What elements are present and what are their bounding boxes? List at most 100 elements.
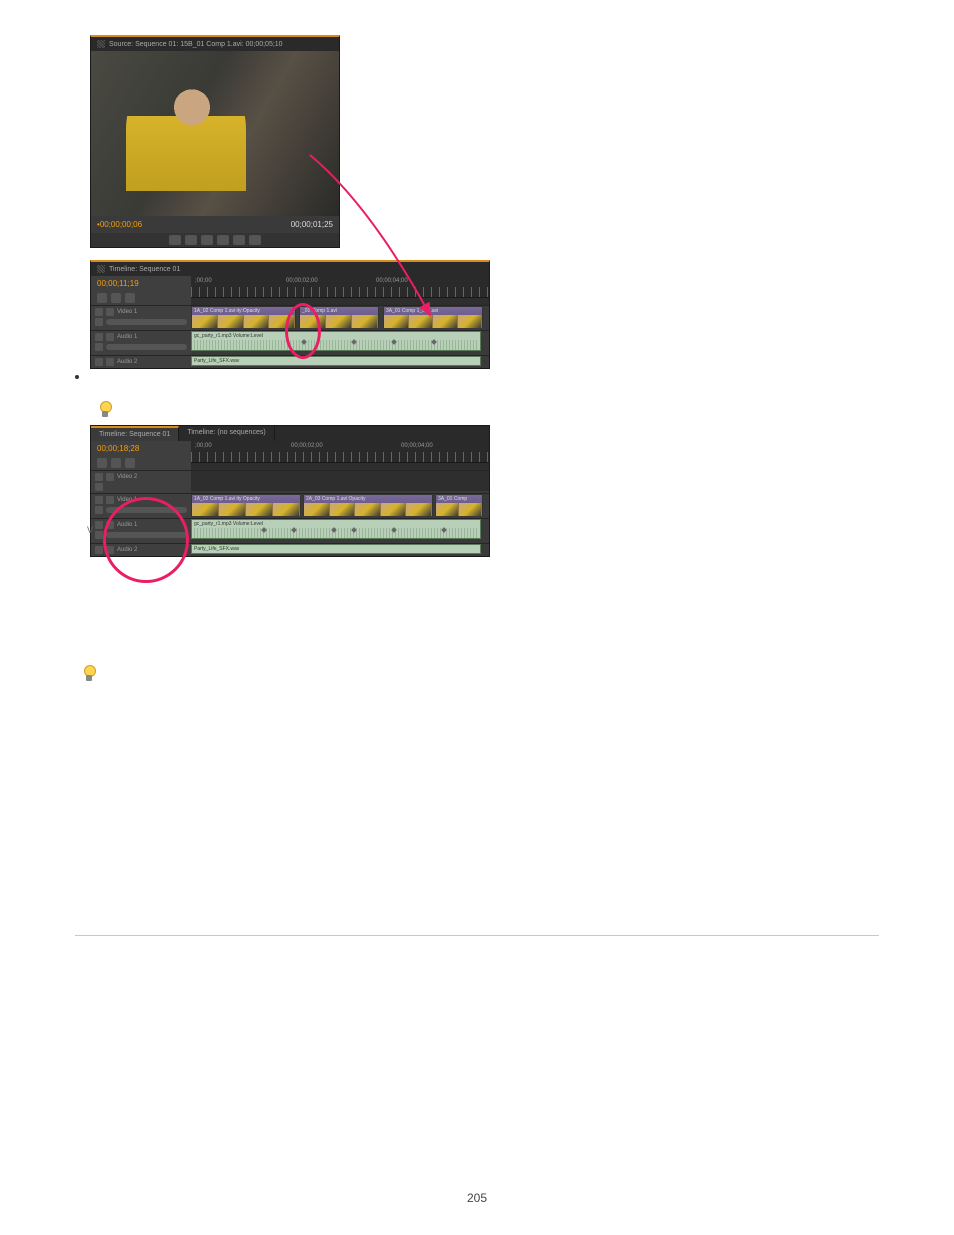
next-frame-button[interactable] [201,235,213,245]
play-button[interactable] [185,235,197,245]
keyframe-icon[interactable] [95,343,103,351]
video-clip-1b[interactable]: _01 Comp 1.avi [299,306,379,328]
figure-2: Timeline: Sequence 01 Timeline: (no sequ… [75,425,475,600]
keyframe-icon[interactable] [95,531,103,539]
clip-label: 1A_02 Comp 1.avi ity Opacity [192,495,300,503]
track-body-audio-2[interactable]: Party_Life_SFX.wav [191,356,489,368]
mute-icon[interactable] [95,358,103,366]
track-body-video-1[interactable]: 1A_02 Comp 1.avi ity Opacity 2A_03 Comp … [191,494,489,518]
timeline-1-header[interactable]: Timeline: Sequence 01 [91,262,489,276]
track-body-audio-2[interactable]: Party_Life_SFX.wav [191,544,489,556]
settings-icon[interactable] [125,293,135,303]
track-body-audio-1[interactable]: gc_party_r1.mp3 Volume:Level [191,519,489,543]
lock-icon[interactable] [106,496,114,504]
track-row-audio-2: Audio 2 Party_Life_SFX.wav [91,355,489,368]
track-header-video-1[interactable]: Video 1 [91,306,191,330]
track-volume-slider[interactable] [106,344,187,350]
lock-icon[interactable] [106,308,114,316]
mute-icon[interactable] [95,521,103,529]
lock-icon[interactable] [106,473,114,481]
clip-label: _01 Comp 1.avi [300,307,378,315]
track-row-video-1: Video 1 1A_02 Comp 1.avi ity:Opacity _01… [91,305,489,330]
tab-label: Timeline: Sequence 01 [99,431,170,438]
track-row-audio-1: Audio 1 gc_party_r1.mp3 Volume:Level [91,330,489,355]
track-opacity-slider[interactable] [106,319,187,325]
lightbulb-tip-icon [97,401,113,421]
time-ruler[interactable]: ;00;00 00;00;02;00 00;00;04;00 [191,441,489,463]
track-label-v1: Video 1 [117,309,137,315]
loop-button[interactable] [217,235,229,245]
keyframe-icon[interactable] [95,318,103,326]
keyframe-icon[interactable] [95,483,103,491]
track-body-audio-1[interactable]: gc_party_r1.mp3 Volume:Level [191,331,489,355]
track-row-video-2: Video 2 [91,470,489,493]
ruler-tick-2: 00;00;04;00 [376,278,408,284]
mark-out-button[interactable] [249,235,261,245]
ruler-tick-1: 00;00;02;00 [291,443,323,449]
clip-label: gc_party_r1.mp3 Volume:Level [192,520,480,528]
snap-icon[interactable] [97,293,107,303]
lock-icon[interactable] [106,333,114,341]
track-body-video-2[interactable] [191,471,489,491]
mark-in-button[interactable] [233,235,245,245]
track-header-audio-2[interactable]: Audio 2 [91,544,191,556]
time-ruler[interactable]: ;00;00 00;00;02;00 00;00;04;00 [191,276,489,298]
snap-icon[interactable] [97,458,107,468]
lock-icon[interactable] [106,358,114,366]
document-page: Source: Sequence 01: 15B_01 Comp 1.avi: … [0,0,954,1235]
source-panel-header[interactable]: Source: Sequence 01: 15B_01 Comp 1.avi: … [91,37,339,51]
in-point-timecode[interactable]: 00;00;00;06 [100,220,142,229]
track-body-video-1[interactable]: 1A_02 Comp 1.avi ity:Opacity _01 Comp 1.… [191,306,489,330]
video-preview[interactable] [91,51,339,216]
mute-icon[interactable] [95,333,103,341]
video-frame-content [126,71,246,216]
playback-controls [91,233,339,247]
clip-label: 1A_02 Comp 1.avi ity:Opacity [192,307,295,315]
timeline-2-ruler-area[interactable]: ;00;00 00;00;02;00 00;00;04;00 [191,441,489,470]
toggle-track-output-icon[interactable] [95,473,103,481]
marker-icon[interactable] [111,293,121,303]
source-monitor-panel: Source: Sequence 01: 15B_01 Comp 1.avi: … [90,35,340,248]
toggle-track-output-icon[interactable] [95,496,103,504]
track-header-video-1[interactable]: Video 1 [91,494,191,518]
playhead-timecode[interactable]: 00;00;11;19 [91,276,191,291]
prev-frame-button[interactable] [169,235,181,245]
lock-icon[interactable] [106,546,114,554]
video-clip-2c[interactable]: 3A_01 Comp [435,494,483,516]
clip-label: Party_Life_SFX.wav [192,357,480,365]
video-clip-1a[interactable]: 1A_02 Comp 1.avi ity:Opacity [191,306,296,328]
tab-no-sequences[interactable]: Timeline: (no sequences) [179,426,274,441]
track-header-audio-1[interactable]: Audio 1 [91,331,191,355]
tab-sequence-01[interactable]: Timeline: Sequence 01 [91,426,179,441]
track-header-audio-2[interactable]: Audio 2 [91,356,191,368]
video-clip-2a[interactable]: 1A_02 Comp 1.avi ity Opacity [191,494,301,516]
audio-clip-2[interactable]: Party_Life_SFX.wav [191,356,481,366]
audio-clip-1[interactable]: gc_party_r1.mp3 Volume:Level [191,519,481,539]
clip-label: 2A_03 Comp 1.avi Opacity [304,495,432,503]
track-opacity-slider[interactable] [106,507,187,513]
audio-clip-2[interactable]: Party_Life_SFX.wav [191,544,481,554]
track-header-video-2[interactable]: Video 2 [91,471,191,493]
mute-icon[interactable] [95,546,103,554]
track-header-audio-1[interactable]: Audio 1 [91,519,191,543]
timeline-1-ruler-area[interactable]: ;00;00 00;00;02;00 00;00;04;00 [191,276,489,305]
playhead-timecode[interactable]: 00;00;18;28 [91,441,191,456]
lock-icon[interactable] [106,521,114,529]
timeline-1-body: 00;00;11;19 ;00;00 00;00;02;00 00;00;04;… [91,276,489,305]
video-clip-1c[interactable]: 3A_01 Comp 1_001.avi [383,306,483,328]
track-volume-slider[interactable] [106,532,187,538]
track-row-video-1: Video 1 1A_02 Comp 1.avi ity Opacity 2A_… [91,493,489,518]
marker-icon[interactable] [111,458,121,468]
clip-label: 3A_01 Comp [436,495,482,503]
video-clip-2b[interactable]: 2A_03 Comp 1.avi Opacity [303,494,433,516]
ruler-tick-2: 00;00;04;00 [401,443,433,449]
drag-handle-icon[interactable] [97,265,105,273]
lightbulb-tip-icon [81,665,97,685]
drag-handle-icon[interactable] [97,40,105,48]
audio-clip-1[interactable]: gc_party_r1.mp3 Volume:Level [191,331,481,351]
keyframe-icon[interactable] [95,506,103,514]
toggle-track-output-icon[interactable] [95,308,103,316]
horizontal-rule [75,935,879,936]
clip-label: 3A_01 Comp 1_001.avi [384,307,482,315]
settings-icon[interactable] [125,458,135,468]
